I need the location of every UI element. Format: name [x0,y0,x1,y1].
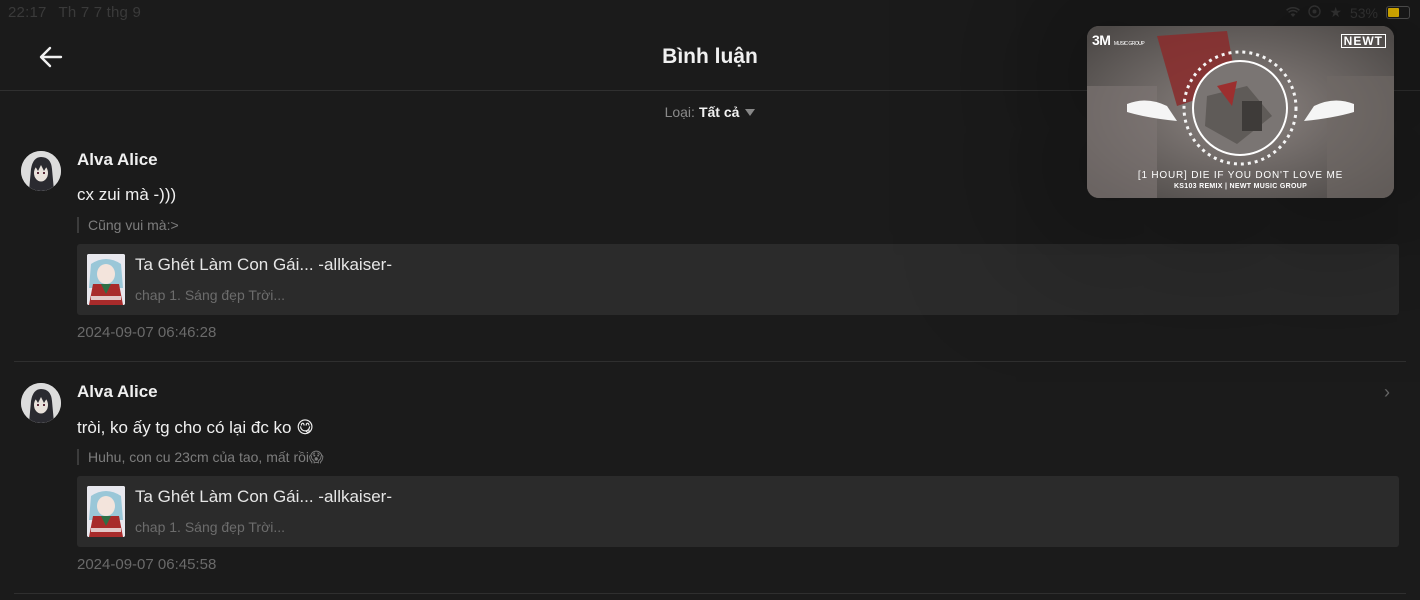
story-chapter: chap 1. Sáng đẹp Trời... [135,519,286,535]
overlay-brand-right: NEWT [1340,34,1386,48]
overlay-brand-left-small: MUSIC GROUP [1113,41,1145,47]
star-icon: ★ [1329,4,1342,20]
comment-text: cx zui mà -))) [77,185,177,204]
status-left: 22:17 Th 7 7 thg 9 [8,4,153,21]
story-title: Ta Ghét Làm Con Gái... -allkaiser- [135,255,392,274]
wifi-icon [1286,5,1301,21]
overlay-brand-left: 3M MUSIC GROUP [1092,32,1145,48]
story-chapter: chap 1. Sáng đẹp Trời... [135,287,286,303]
overlay-song-subtitle: KS103 REMIX | NEWT MUSIC GROUP [1173,183,1308,190]
comment-item[interactable]: Alva Alice › tròi, ko ấy tg cho có lại đ… [0,372,1420,594]
status-time: 22:17 [8,4,47,21]
status-date: Th 7 7 thg 9 [58,4,142,21]
story-card[interactable]: Ta Ghét Làm Con Gái... -allkaiser- chap … [77,476,1399,547]
video-overlay[interactable]: 3M MUSIC GROUP NEWT [1 HOUR] DIE IF YOU … [1087,26,1394,198]
avatar[interactable] [21,151,61,191]
filter-value: Tất cả [698,104,740,120]
overlay-song-title: [1 HOUR] DIE IF YOU DON'T LOVE ME [1137,170,1344,181]
battery-icon [1386,6,1410,19]
story-title: Ta Ghét Làm Con Gái... -allkaiser- [135,487,392,506]
avatar[interactable] [21,383,61,423]
divider [14,361,1406,362]
chevron-right-icon[interactable]: › [1384,382,1390,403]
status-right: ★ 53% [1286,4,1410,21]
divider [14,593,1406,594]
comment-timestamp: 2024-09-07 06:46:28 [77,324,217,341]
story-card[interactable]: Ta Ghét Làm Con Gái... -allkaiser- chap … [77,244,1399,315]
story-thumbnail [87,254,125,305]
comment-timestamp: 2024-09-07 06:45:58 [77,556,217,573]
battery-level [1388,8,1399,17]
comment-username[interactable]: Alva Alice [77,150,158,170]
comment-username[interactable]: Alva Alice [77,382,158,402]
filter-label: Loại: [664,104,695,120]
caret-down-icon [745,109,756,116]
comment-text: tròi, ko ấy tg cho có lại đc ko 😋 [77,418,314,437]
story-thumbnail [87,486,125,537]
battery-percent: 53% [1349,4,1378,21]
quoted-comment: Huhu, con cu 23cm của tao, mất rồi😱 [77,449,324,465]
status-bar: 22:17 Th 7 7 thg 9 ★ 53% [0,0,1420,24]
quoted-comment: Cũng vui mà:> [77,217,179,233]
location-icon [1308,4,1322,21]
